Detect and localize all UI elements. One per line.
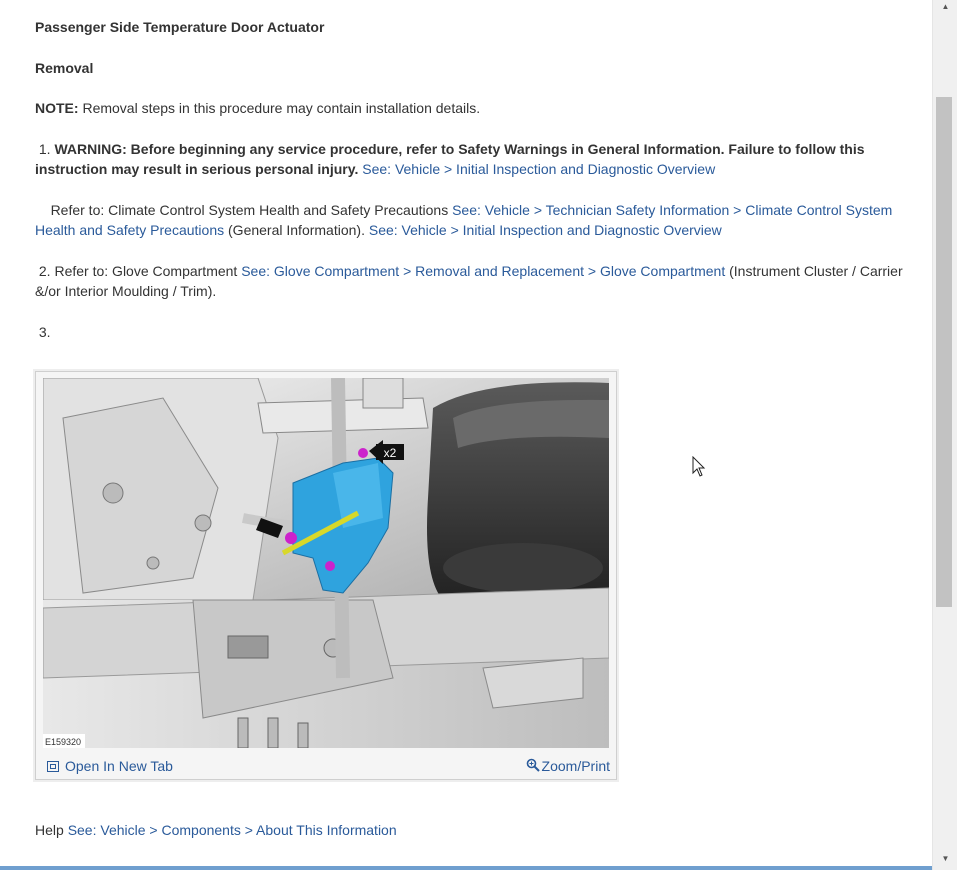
actuator-drawing: x2 E159320: [43, 378, 609, 748]
figure-container: x2 E159320 Open In New Tab Zoom/Print: [35, 371, 617, 780]
note-text: Removal steps in this procedure may cont…: [78, 100, 481, 116]
zoom-icon: [526, 758, 540, 772]
link-glove-compartment[interactable]: See: Glove Compartment > Removal and Rep…: [241, 263, 725, 279]
document-content: Passenger Side Temperature Door Actuator…: [0, 0, 932, 870]
scroll-thumb[interactable]: [936, 97, 952, 607]
open-tab-label: Open In New Tab: [65, 758, 173, 774]
open-in-new-tab-link[interactable]: Open In New Tab: [47, 756, 173, 777]
help-prefix: Help: [35, 822, 64, 838]
page-title: Passenger Side Temperature Door Actuator: [35, 19, 325, 35]
step-1-number: 1.: [38, 140, 51, 157]
step-1: 1. WARNING: Before beginning any service…: [35, 139, 920, 180]
link-initial-inspection-1[interactable]: See: Vehicle > Initial Inspection and Di…: [362, 161, 715, 177]
vertical-scrollbar[interactable]: ▲ ▼: [932, 0, 957, 870]
arrow-cursor-icon: [692, 456, 706, 477]
zoom-label: Zoom/Print: [541, 758, 610, 774]
refer-climate-text: Refer to: Climate Control System Health …: [50, 201, 449, 218]
step-3-number: 3.: [38, 323, 51, 340]
step-2: 2. Refer to: Glove Compartment See: Glov…: [35, 261, 920, 302]
refer-glove-text: Refer to: Glove Compartment: [54, 262, 238, 279]
step-3: 3.: [35, 322, 920, 343]
window-bottom-border: [0, 866, 932, 870]
note-label: NOTE:: [35, 100, 79, 116]
link-initial-inspection-2[interactable]: See: Vehicle > Initial Inspection and Di…: [369, 222, 722, 238]
scroll-down-arrow-icon[interactable]: ▼: [933, 852, 957, 866]
callout-label: x2: [384, 446, 397, 460]
actuator-illustration[interactable]: x2 E159320: [43, 378, 609, 748]
general-info-text: (General Information).: [224, 222, 369, 238]
section-heading: Removal: [35, 59, 94, 76]
scroll-up-arrow-icon[interactable]: ▲: [933, 0, 957, 14]
figure-footer: Open In New Tab Zoom/Print: [36, 752, 616, 779]
note: NOTE: Removal steps in this procedure ma…: [35, 98, 920, 119]
zoom-print-link[interactable]: Zoom/Print: [526, 756, 610, 777]
help-line: Help See: Vehicle > Components > About T…: [35, 820, 920, 841]
step-2-number: 2.: [38, 262, 51, 279]
step-1-refer: Refer to: Climate Control System Health …: [35, 200, 920, 241]
open-tab-icon: [47, 761, 59, 772]
link-about-information[interactable]: See: Vehicle > Components > About This I…: [68, 822, 397, 838]
image-id: E159320: [45, 737, 81, 747]
